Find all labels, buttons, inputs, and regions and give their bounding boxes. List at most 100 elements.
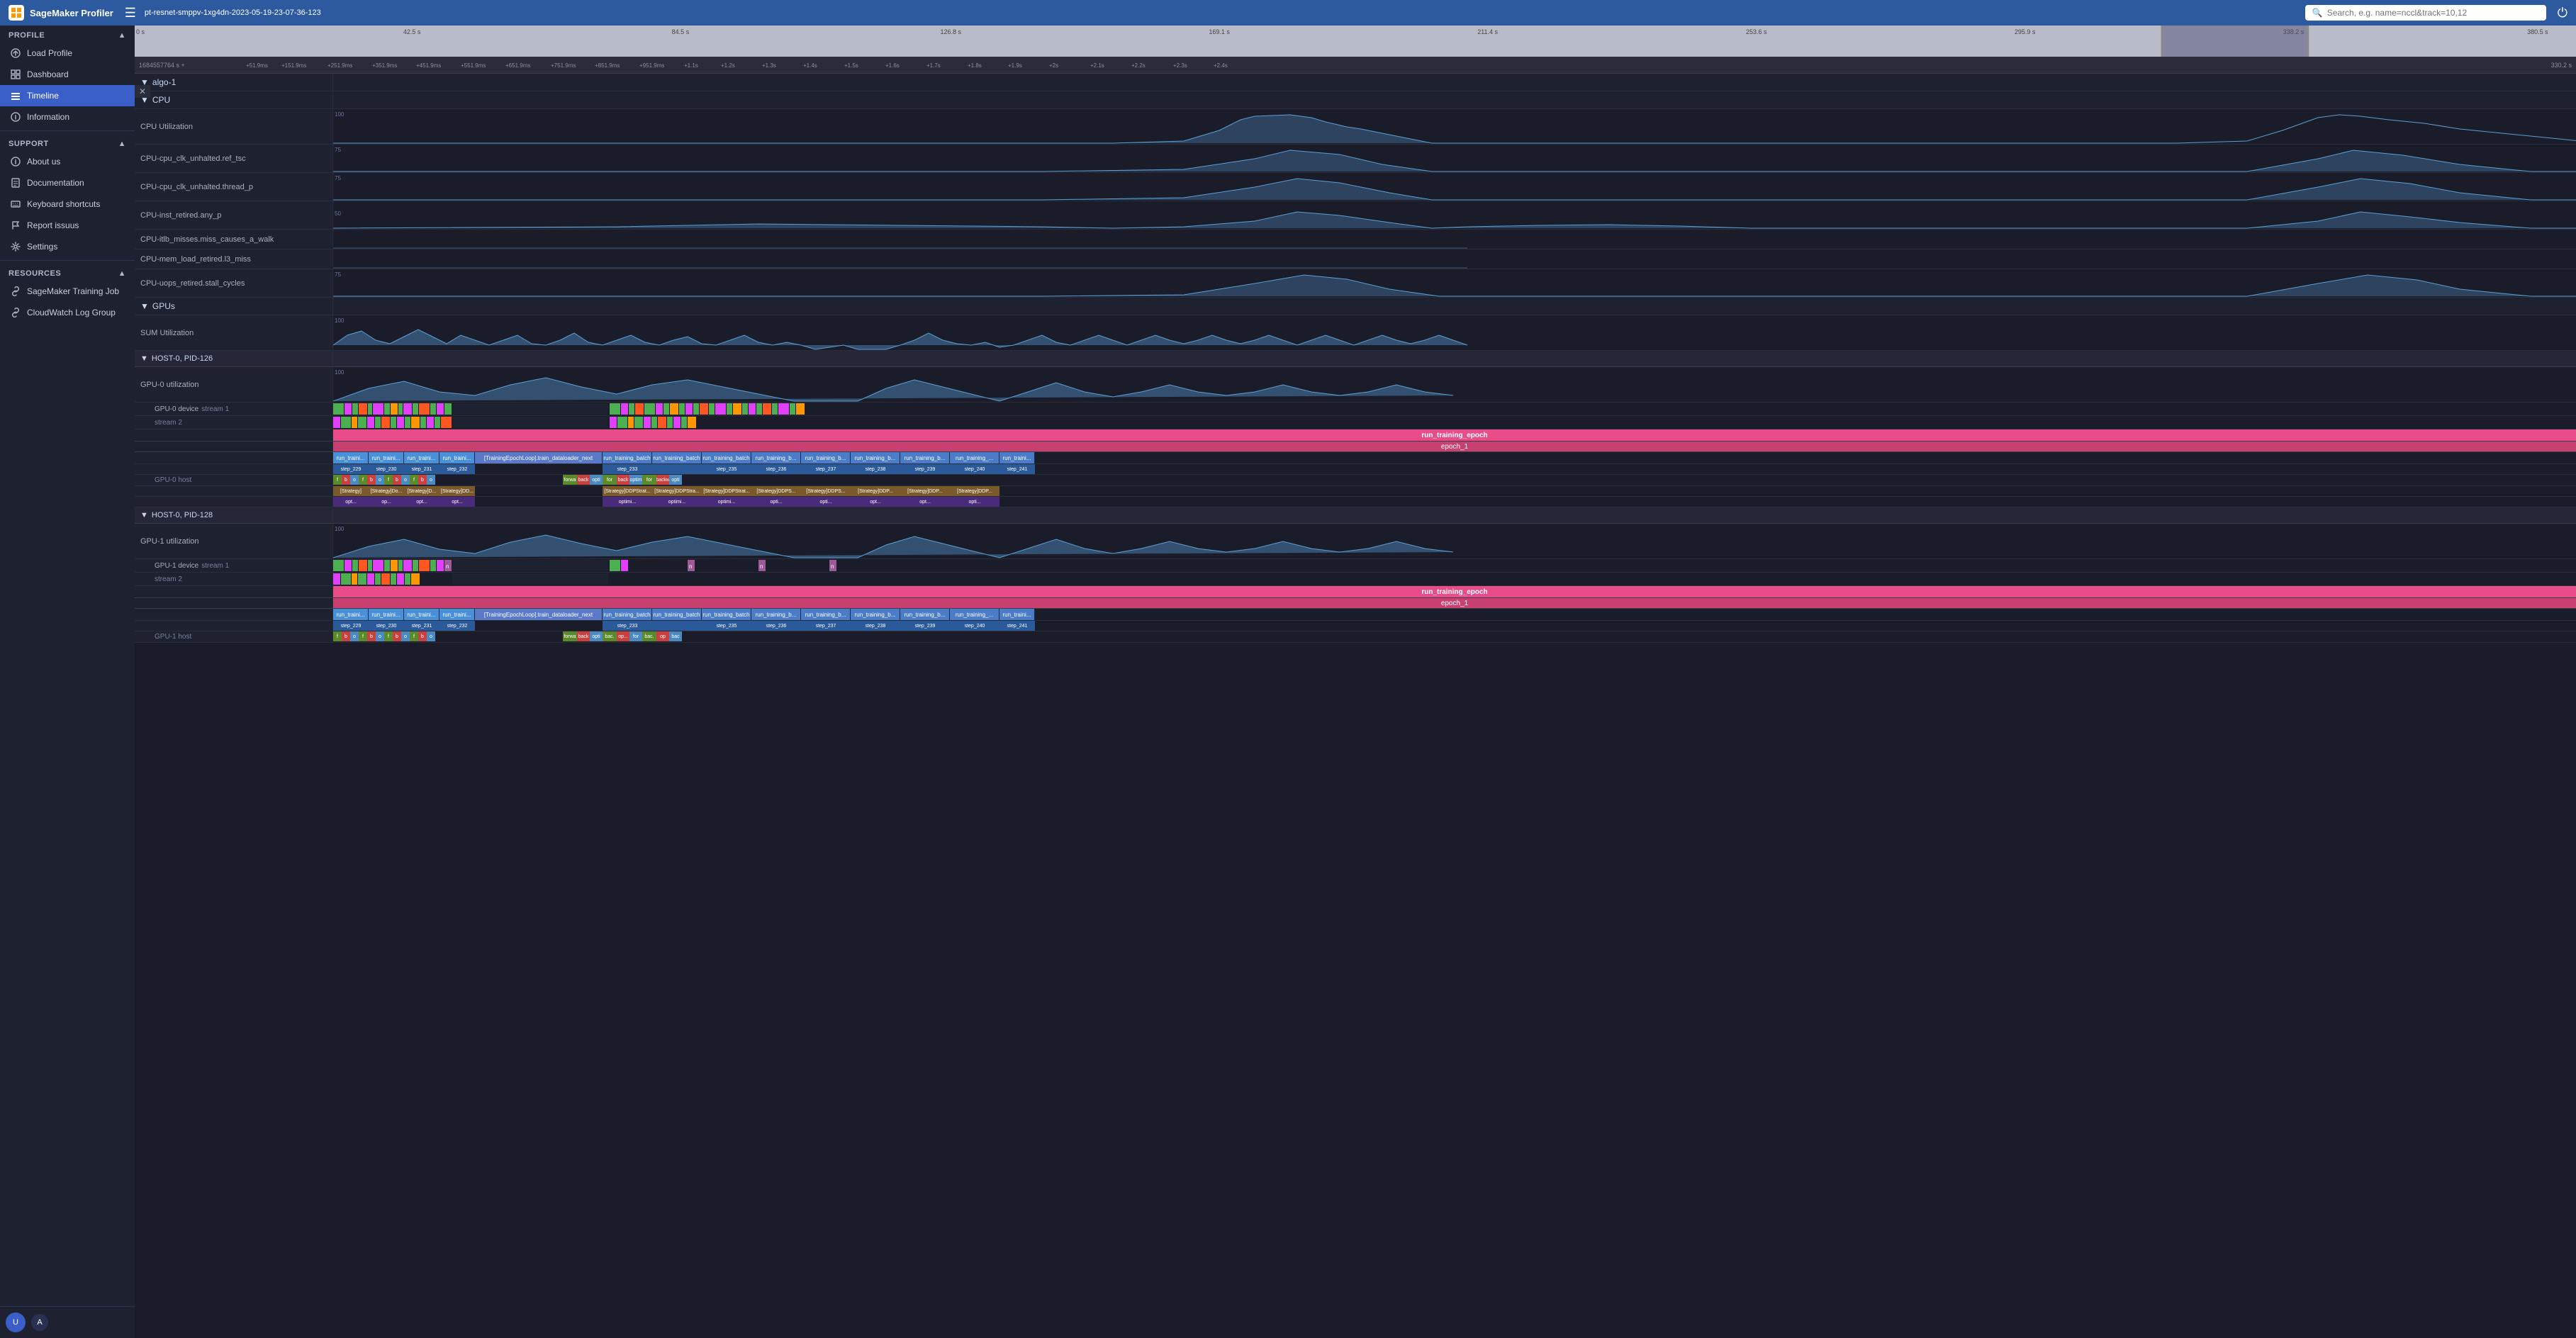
- gpu0-opti-placeholder: [135, 497, 333, 507]
- sidebar-item-documentation[interactable]: Documentation: [0, 172, 135, 193]
- cpu-group-header[interactable]: ▼ CPU: [135, 91, 2576, 109]
- search-input[interactable]: [2327, 8, 2539, 18]
- svg-text:+851.9ms: +851.9ms: [595, 62, 620, 69]
- svg-text:+1.6s: +1.6s: [885, 62, 900, 69]
- svg-text:n: n: [831, 563, 834, 570]
- gpu1-stream2-content: [333, 573, 2576, 585]
- gpu0-step238: step_238: [851, 464, 900, 474]
- cpu-clk-thread-label: CPU-cpu_clk_unhalted.thread_p: [135, 173, 333, 201]
- gpu0-strategy-row: [Strategy] [Strategy]Do... [Strategy]D..…: [135, 486, 2576, 497]
- svg-text:+2.2s: +2.2s: [1131, 62, 1146, 69]
- divider-2: [0, 260, 135, 261]
- logo-area: SageMaker Profiler: [9, 5, 113, 21]
- sidebar-item-cloudwatch[interactable]: CloudWatch Log Group: [0, 302, 135, 323]
- support-section-header: Support ▲: [0, 134, 135, 151]
- gpu0-step235: step_235: [702, 464, 751, 474]
- svg-text:+51.9ms: +51.9ms: [246, 62, 268, 69]
- svg-text:0 s: 0 s: [136, 28, 145, 35]
- cpu-clk-ref-row: CPU-cpu_clk_unhalted.ref_tsc 75: [135, 145, 2576, 173]
- gpu0-step-run2: run_traini...: [369, 452, 404, 463]
- cpu-mem-load-label: CPU-mem_load_retired.l3_miss: [135, 249, 333, 269]
- svg-text:+451.9ms: +451.9ms: [416, 62, 441, 69]
- svg-text:+1.7s: +1.7s: [926, 62, 941, 69]
- close-button[interactable]: ✕: [135, 85, 150, 98]
- cpu-uops-chart: 75: [333, 269, 2576, 298]
- sidebar-item-sagemaker-job[interactable]: SageMaker Training Job: [0, 281, 135, 302]
- user-avatar: U: [6, 1312, 26, 1332]
- gpu1-device-stream2-label: stream 2: [135, 573, 333, 585]
- chevron-up-icon-3: ▲: [118, 269, 126, 278]
- gpu0-util-chart: 100: [333, 367, 2576, 403]
- dashboard-label: Dashboard: [27, 69, 69, 79]
- algo-group-header[interactable]: ▼ algo-1: [135, 74, 2576, 91]
- sum-util-chart: 100: [333, 315, 2576, 351]
- power-icon[interactable]: ⏻: [2558, 6, 2567, 21]
- cpu-uops-row: CPU-uops_retired.stall_cycles 75: [135, 269, 2576, 298]
- gpu0-step236: step_236: [751, 464, 801, 474]
- sidebar-item-settings[interactable]: Settings: [0, 236, 135, 257]
- resources-section-header: Resources ▲: [0, 264, 135, 281]
- host1-header[interactable]: ▼ HOST-0, PID-128: [135, 507, 2576, 524]
- timeline-label: Timeline: [27, 91, 59, 101]
- gpu1-steps-content: run_traini... run_traini... run_traini..…: [333, 609, 2576, 620]
- gpu0-batch2: run_training_batch: [652, 452, 702, 463]
- sidebar-item-information[interactable]: Information: [0, 106, 135, 128]
- about-label: About us: [27, 157, 60, 167]
- keyboard-icon: [10, 198, 21, 210]
- ruler-start-label: 1684557764 s +: [135, 62, 189, 69]
- app-name: SageMaker Profiler: [30, 8, 113, 18]
- menu-icon[interactable]: ☰: [125, 6, 136, 21]
- host0-header[interactable]: ▼ HOST-0, PID-126: [135, 351, 2576, 367]
- job-name: pt-resnet-smppv-1xg4dn-2023-05-19-23-07-…: [145, 9, 2305, 17]
- gpu0-stream1-content: [333, 403, 2576, 415]
- svg-text:+1.2s: +1.2s: [721, 62, 735, 69]
- gpu0-steps-row: run_traini... run_traini... run_traini..…: [135, 452, 2576, 464]
- gpu0-steps-label-placeholder: [135, 452, 333, 463]
- svg-text:100: 100: [335, 317, 345, 324]
- svg-text:n: n: [760, 563, 763, 570]
- gpu1-device-stream1-row: GPU-1 device stream 1: [135, 559, 2576, 573]
- gpu1-sub-steps-placeholder: [135, 621, 333, 631]
- information-label: Information: [27, 112, 69, 122]
- gpu0-batch3: run_training_batch: [702, 452, 751, 463]
- sidebar-item-timeline[interactable]: Timeline: [0, 85, 135, 106]
- gpu0-step231: step_231: [404, 464, 439, 474]
- gpu0-batch5: run_training_b...: [801, 452, 851, 463]
- gpu0-device-stream1-row: GPU-0 device stream 1: [135, 403, 2576, 416]
- svg-text:+1.9s: +1.9s: [1008, 62, 1022, 69]
- profile-section-header: Profile ▲: [0, 26, 135, 43]
- host0-label: ▼ HOST-0, PID-126: [135, 352, 333, 366]
- cpu-inst-retired-chart: 50: [333, 201, 2576, 230]
- gpus-group-header[interactable]: ▼ GPUs: [135, 298, 2576, 315]
- sidebar-item-keyboard[interactable]: Keyboard shortcuts: [0, 193, 135, 215]
- sidebar-item-dashboard[interactable]: Dashboard: [0, 64, 135, 85]
- gpu0-opti-content: opt... op... opt... opt... optimi... opt…: [333, 497, 2576, 507]
- link-icon-1: [10, 286, 21, 297]
- chevron-down-icon-gpus: ▼: [140, 301, 149, 311]
- svg-text:+1.3s: +1.3s: [762, 62, 776, 69]
- svg-text:+951.9ms: +951.9ms: [639, 62, 664, 69]
- settings-label: Settings: [27, 242, 57, 252]
- search-icon: 🔍: [2312, 8, 2323, 18]
- search-bar[interactable]: 🔍: [2305, 5, 2546, 21]
- chevron-down-icon-host1: ▼: [140, 511, 148, 519]
- gpu0-step239: step_239: [900, 464, 950, 474]
- gpu0-batch4: run_training_b...: [751, 452, 801, 463]
- sidebar-item-load-profile[interactable]: Load Profile: [0, 43, 135, 64]
- sagemaker-job-label: SageMaker Training Job: [27, 286, 119, 296]
- link-icon-2: [10, 307, 21, 318]
- gpu0-epoch1-row: epoch_1: [135, 442, 2576, 452]
- svg-text:253.6 s: 253.6 s: [1746, 28, 1767, 35]
- gpu1-epoch1-bar: epoch_1: [333, 598, 2576, 608]
- gpu0-batch1: run_training_batch: [603, 452, 652, 463]
- gpu0-sub-steps-row: step_229 step_230 step_231 step_232 step…: [135, 464, 2576, 475]
- sidebar-item-report[interactable]: Report issuus: [0, 215, 135, 236]
- gpu0-step-run1: run_traini...: [333, 452, 369, 463]
- gpu1-run-training-epoch-row: run_training_epoch: [135, 586, 2576, 598]
- host1-label: ▼ HOST-0, PID-128: [135, 508, 333, 522]
- sidebar-item-about[interactable]: About us: [0, 151, 135, 172]
- svg-text:+1.1s: +1.1s: [684, 62, 698, 69]
- gpu1-sub-steps-content: step_229 step_230 step_231 step_232 step…: [333, 621, 2576, 631]
- svg-text:50: 50: [335, 210, 341, 217]
- flag-icon: [10, 220, 21, 231]
